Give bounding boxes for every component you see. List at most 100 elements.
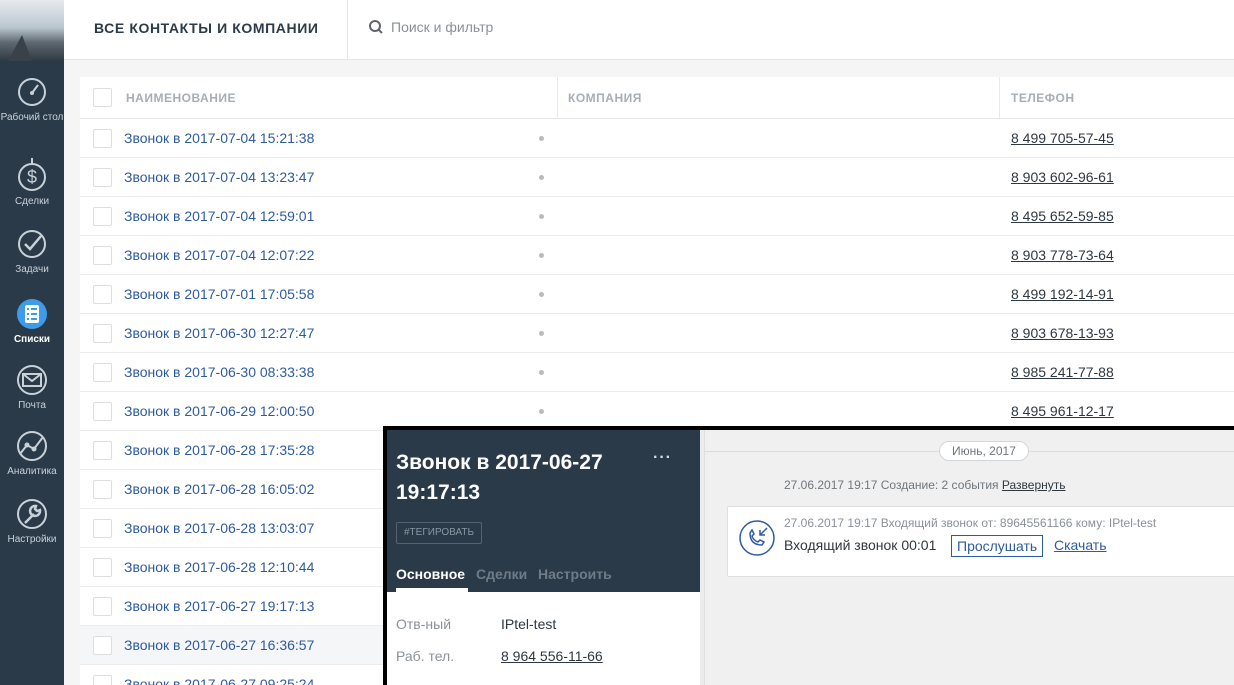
column-separator: [999, 77, 1000, 119]
field-label-responsible: Отв-ный: [396, 616, 452, 632]
row-name-link[interactable]: Звонок в 2017-06-27 16:36:57: [124, 637, 314, 653]
column-header-name[interactable]: НАИМЕНОВАНИЕ: [126, 91, 236, 105]
event-summary: 27.06.2017 19:17 Создание: 2 события Раз…: [784, 478, 1066, 492]
table-row[interactable]: Звонок в 2017-07-04 12:59:01 8 495 652-59…: [80, 197, 1234, 236]
sidebar-item-dashboard[interactable]: Рабочий стол: [0, 76, 64, 124]
column-header-phone[interactable]: ТЕЛЕФОН: [1011, 91, 1075, 105]
row-name-link[interactable]: Звонок в 2017-06-27 19:17:13: [124, 598, 314, 614]
row-name-link[interactable]: Звонок в 2017-06-29 12:00:50: [124, 403, 314, 419]
row-name-link[interactable]: Звонок в 2017-07-04 13:23:47: [124, 169, 314, 185]
sidebar-item-analytics[interactable]: Аналитика: [0, 430, 64, 478]
row-name-link[interactable]: Звонок в 2017-06-28 12:10:44: [124, 559, 314, 575]
row-phone-link[interactable]: 8 903 602-96-61: [1011, 169, 1114, 185]
row-phone-link[interactable]: 8 903 778-73-64: [1011, 247, 1114, 263]
sidebar-item-label: Списки: [13, 334, 51, 345]
tab-main[interactable]: Основное: [396, 566, 465, 582]
sidebar-item-label: Настройки: [7, 534, 57, 545]
tag-button[interactable]: #ТЕГИРОВАТЬ: [396, 522, 483, 544]
row-checkbox[interactable]: [93, 246, 112, 265]
card-info-panel: Звонок в 2017-06-27 19:17:13 ··· #ТЕГИРО…: [387, 430, 700, 685]
row-checkbox[interactable]: [93, 324, 112, 343]
row-name-link[interactable]: Звонок в 2017-06-28 17:35:28: [124, 442, 314, 458]
sidebar-item-deals[interactable]: $ Сделки: [0, 158, 64, 208]
expand-link[interactable]: Развернуть: [1002, 478, 1066, 492]
search-bar[interactable]: [368, 19, 691, 35]
row-checkbox[interactable]: [93, 129, 112, 148]
column-separator: [557, 77, 558, 119]
page-title: ВСЕ КОНТАКТЫ И КОМПАНИИ: [94, 20, 319, 36]
download-link[interactable]: Скачать: [1054, 537, 1107, 553]
field-value-responsible[interactable]: IPtel-test: [501, 616, 556, 632]
row-name-link[interactable]: Звонок в 2017-07-04 12:59:01: [124, 208, 314, 224]
sidebar-item-label: Почта: [18, 400, 46, 411]
table-header: НАИМЕНОВАНИЕ КОМПАНИЯ ТЕЛЕФОН: [80, 77, 1234, 119]
card-timeline: Июнь, 2017 27.06.2017 19:17 Создание: 2 …: [704, 430, 1234, 685]
sidebar: Рабочий стол $ Сделки Задачи Списки Почт…: [0, 0, 64, 685]
field-value-work-phone[interactable]: 8 964 556-11-66: [501, 648, 603, 664]
table-row[interactable]: Звонок в 2017-07-04 15:21:38 8 499 705-57…: [80, 119, 1234, 158]
row-checkbox[interactable]: [93, 519, 112, 538]
lists-icon: [17, 299, 47, 329]
row-checkbox[interactable]: [93, 168, 112, 187]
row-checkbox[interactable]: [93, 285, 112, 304]
row-checkbox[interactable]: [93, 207, 112, 226]
row-phone-link[interactable]: 8 903 678-13-93: [1011, 325, 1114, 341]
row-name-link[interactable]: Звонок в 2017-06-27 09:25:24: [124, 676, 314, 685]
row-checkbox[interactable]: [93, 441, 112, 460]
row-checkbox[interactable]: [93, 675, 112, 685]
sidebar-item-label: Задачи: [15, 264, 49, 275]
sidebar-item-label: Аналитика: [7, 466, 57, 477]
more-menu-icon[interactable]: ···: [653, 449, 672, 467]
row-phone-link[interactable]: 8 495 961-12-17: [1011, 403, 1114, 419]
table-row[interactable]: Звонок в 2017-06-30 08:33:38 8 985 241-77…: [80, 353, 1234, 392]
row-name-link[interactable]: Звонок в 2017-06-28 16:05:02: [124, 481, 314, 497]
search-input[interactable]: [391, 19, 691, 35]
wrench-icon: [17, 499, 47, 529]
row-phone-link[interactable]: 8 499 705-57-45: [1011, 130, 1114, 146]
call-meta: 27.06.2017 19:17 Входящий звонок от: 896…: [784, 516, 1157, 530]
event-summary-text: 27.06.2017 19:17 Создание: 2 события: [784, 478, 999, 492]
table-row[interactable]: Звонок в 2017-06-30 12:27:47 8 903 678-13…: [80, 314, 1234, 353]
company-empty-dot: [539, 370, 544, 375]
row-name-link[interactable]: Звонок в 2017-07-04 12:07:22: [124, 247, 314, 263]
table-row[interactable]: Звонок в 2017-07-04 12:07:22 8 903 778-73…: [80, 236, 1234, 275]
row-phone-link[interactable]: 8 495 652-59-85: [1011, 208, 1114, 224]
row-name-link[interactable]: Звонок в 2017-07-04 15:21:38: [124, 130, 314, 146]
tab-configure[interactable]: Настроить: [538, 566, 612, 582]
row-checkbox[interactable]: [93, 363, 112, 382]
search-icon: [369, 20, 383, 34]
sidebar-item-lists[interactable]: Списки: [0, 296, 64, 346]
company-empty-dot: [539, 175, 544, 180]
row-name-link[interactable]: Звонок в 2017-06-30 08:33:38: [124, 364, 314, 380]
call-description: Входящий звонок 00:01: [784, 537, 937, 553]
active-tab-indicator: [396, 588, 468, 592]
row-phone-link[interactable]: 8 499 192-14-91: [1011, 286, 1114, 302]
row-name-link[interactable]: Звонок в 2017-07-01 17:05:58: [124, 286, 314, 302]
row-checkbox[interactable]: [93, 558, 112, 577]
sidebar-item-mail[interactable]: Почта: [0, 364, 64, 412]
row-name-link[interactable]: Звонок в 2017-06-30 12:27:47: [124, 325, 314, 341]
call-event: 27.06.2017 19:17 Входящий звонок от: 896…: [727, 506, 1234, 577]
row-phone-link[interactable]: 8 985 241-77-88: [1011, 364, 1114, 380]
sidebar-item-label: Сделки: [14, 196, 50, 207]
call-detail-card: Звонок в 2017-06-27 19:17:13 ··· #ТЕГИРО…: [383, 426, 1234, 685]
tab-deals[interactable]: Сделки: [476, 566, 527, 582]
column-header-company[interactable]: КОМПАНИЯ: [568, 91, 642, 105]
company-empty-dot: [539, 136, 544, 141]
user-avatar[interactable]: [0, 0, 64, 61]
select-all-checkbox[interactable]: [93, 88, 112, 107]
company-empty-dot: [539, 214, 544, 219]
sidebar-item-tasks[interactable]: Задачи: [0, 228, 64, 276]
company-empty-dot: [539, 253, 544, 258]
row-name-link[interactable]: Звонок в 2017-06-28 13:03:07: [124, 520, 314, 536]
table-row[interactable]: Звонок в 2017-07-01 17:05:58 8 499 192-14…: [80, 275, 1234, 314]
row-checkbox[interactable]: [93, 480, 112, 499]
row-checkbox[interactable]: [93, 597, 112, 616]
dollar-icon: $: [18, 158, 46, 191]
row-checkbox[interactable]: [93, 402, 112, 421]
row-checkbox[interactable]: [93, 636, 112, 655]
listen-button[interactable]: Прослушать: [951, 535, 1044, 557]
analytics-icon: [17, 431, 47, 461]
sidebar-item-settings[interactable]: Настройки: [0, 498, 64, 546]
table-row[interactable]: Звонок в 2017-07-04 13:23:47 8 903 602-96…: [80, 158, 1234, 197]
